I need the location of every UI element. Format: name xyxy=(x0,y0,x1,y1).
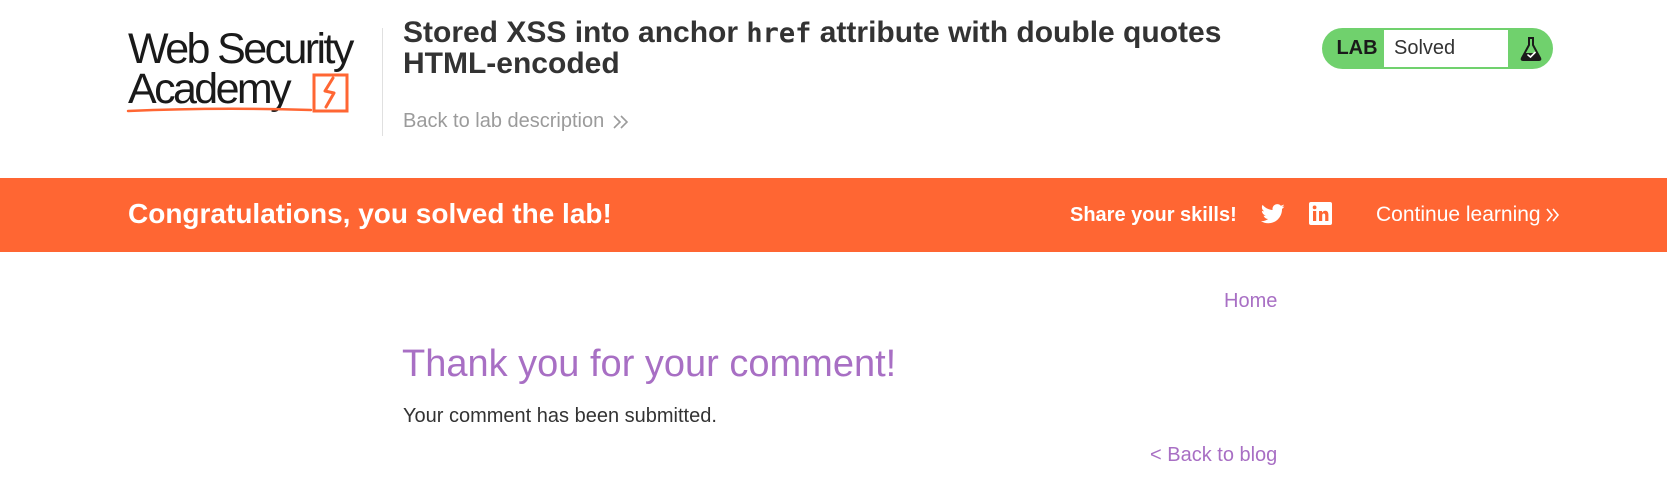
lab-status-widget: LAB Solved xyxy=(1322,28,1553,69)
double-chevron-right-icon xyxy=(613,114,629,129)
back-to-lab-description-label: Back to lab description xyxy=(403,110,605,132)
lab-title-code-href: href xyxy=(746,18,812,49)
lab-status-label: LAB xyxy=(1336,37,1378,59)
page-title: Thank you for your comment! xyxy=(402,343,897,385)
header-divider xyxy=(382,28,383,136)
continue-learning-label: Continue learning xyxy=(1376,203,1541,226)
flask-icon xyxy=(1508,28,1553,69)
continue-learning-link[interactable]: Continue learning xyxy=(1376,203,1561,227)
nav-home-link[interactable]: Home xyxy=(1224,290,1277,313)
lab-header: Web Security Academy Stored XSS into anc… xyxy=(0,0,1667,178)
back-to-lab-description-link[interactable]: Back to lab description xyxy=(403,110,632,133)
web-security-academy-logo[interactable]: Web Security Academy xyxy=(126,24,380,116)
logo-text-line2: Academy xyxy=(128,65,292,113)
comment-submitted-message: Your comment has been submitted. xyxy=(403,405,717,427)
share-skills-label: Share your skills! xyxy=(1070,204,1237,226)
lab-solved-banner: Congratulations, you solved the lab! Sha… xyxy=(0,178,1667,252)
lab-status-state: Solved xyxy=(1384,30,1508,67)
lab-title: Stored XSS into anchor href attribute wi… xyxy=(403,18,1303,79)
back-to-blog-link[interactable]: < Back to blog xyxy=(1150,444,1277,467)
double-chevron-right-icon xyxy=(1546,208,1559,222)
lab-title-text-start: Stored XSS into anchor xyxy=(403,16,747,49)
logo-underline-swoosh xyxy=(126,107,313,113)
congratulations-message: Congratulations, you solved the lab! xyxy=(128,198,612,229)
linkedin-icon[interactable] xyxy=(1309,202,1332,225)
twitter-icon[interactable] xyxy=(1260,203,1285,225)
